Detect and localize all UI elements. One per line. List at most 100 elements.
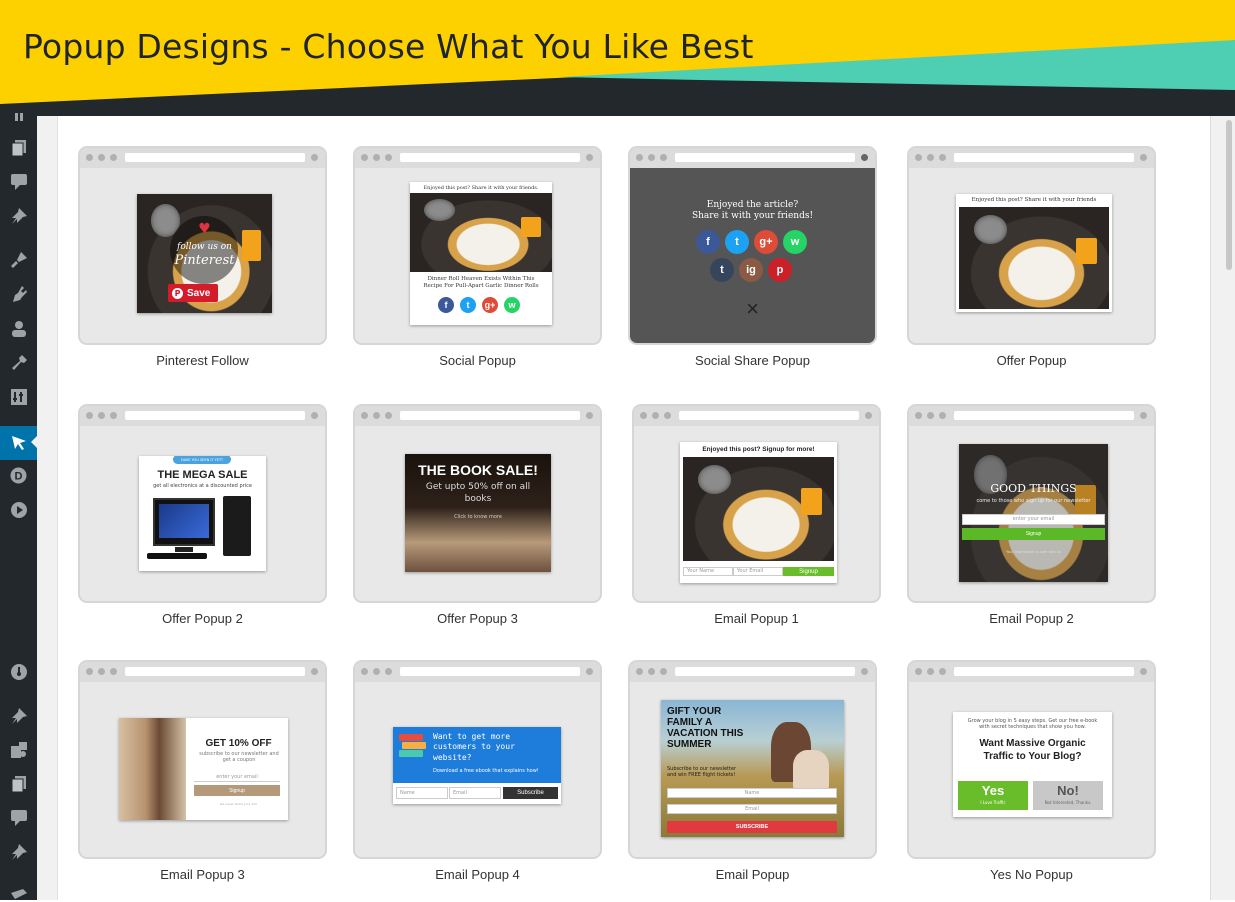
comments-icon[interactable] [10, 173, 27, 190]
popup-card-email-popup-3[interactable]: GET 10% OFF subscribe to our newsletter … [78, 660, 327, 859]
book-sale-title: THE BOOK SALE! [418, 462, 538, 478]
popup-card-offer-popup[interactable]: Enjoyed this post? Share it with your fr… [907, 146, 1156, 345]
banner: Popup Designs - Choose What You Like Bes… [0, 0, 1235, 118]
appearance-icon[interactable] [10, 251, 27, 268]
popup-name-email-popup-1[interactable]: Email Popup 1 [632, 611, 881, 626]
puzzle-icon[interactable] [10, 741, 27, 758]
popup-card-yes-no-popup[interactable]: Grow your blog in 5 easy steps. Get our … [907, 660, 1156, 859]
mega-sale-sub: get all electronics at a discounted pric… [153, 483, 252, 489]
pin-icon[interactable] [10, 843, 27, 860]
popup-card-social-popup[interactable]: Enjoyed this post? Share it with your fr… [353, 146, 602, 345]
social-popup-preview: Enjoyed this post? Share it with your fr… [410, 182, 552, 325]
admin-sidebar: D [0, 110, 38, 902]
scrollbar-thumb[interactable] [1226, 120, 1232, 270]
yes-label: Yes [981, 783, 1005, 798]
vacation-sub: Subscribe to our newsletter and win FREE… [667, 766, 737, 778]
keyboard-icon [147, 553, 207, 559]
instagram-icon: ig [739, 258, 763, 282]
monitor-icon [153, 498, 215, 546]
popup-name-social-popup[interactable]: Social Popup [353, 353, 602, 368]
close-icon: × [746, 296, 759, 321]
email-field: Your Email [733, 567, 783, 576]
popup-name-pinterest-follow[interactable]: Pinterest Follow [78, 353, 327, 368]
pin-icon[interactable] [10, 207, 27, 224]
pages-icon[interactable] [10, 775, 27, 792]
popup-card-offer-popup-2[interactable]: HAVE YOU SEEN IT YET? THE MEGA SALE get … [78, 404, 327, 603]
popup-name-offer-popup-3[interactable]: Offer Popup 3 [353, 611, 602, 626]
email-4-sub: Download a free ebook that explains how! [433, 768, 539, 774]
settings-icon[interactable] [10, 388, 27, 405]
email-field: enter your email [962, 514, 1105, 525]
book-sale-preview: THE BOOK SALE! Get upto 50% off on all b… [405, 454, 551, 572]
whatsapp-icon: w [783, 230, 807, 254]
mega-sale-ribbon: HAVE YOU SEEN IT YET? [173, 456, 231, 464]
tools-icon[interactable] [10, 354, 27, 371]
email-popup-1-header: Enjoyed this post? Signup for more! [702, 446, 815, 453]
pages-icon[interactable] [10, 139, 27, 156]
popup-name-social-share-popup[interactable]: Social Share Popup [628, 353, 877, 368]
mega-sale-preview: HAVE YOU SEEN IT YET? THE MEGA SALE get … [139, 456, 266, 571]
settings-icon[interactable] [10, 885, 27, 902]
model-photo [119, 718, 186, 820]
no-label: No! [1057, 783, 1079, 798]
email-popup-4-preview: Want to get more customers to your websi… [393, 727, 561, 804]
pinterest-save-button: P Save [168, 284, 218, 302]
tumblr-icon: t [710, 258, 734, 282]
yes-no-intro: Grow your blog in 5 easy steps. Get our … [967, 718, 1098, 731]
mega-sale-title: THE MEGA SALE [157, 469, 248, 481]
good-things-title: GOOD THINGS [990, 482, 1077, 495]
popup-card-email-popup-2[interactable]: GOOD THINGS come to those who sign up fo… [907, 404, 1156, 603]
popup-card-email-popup[interactable]: GIFT YOUR FAMILY A VACATION THIS SUMMER … [628, 660, 877, 859]
facebook-icon: f [438, 297, 454, 313]
popup-name-offer-popup-2[interactable]: Offer Popup 2 [78, 611, 327, 626]
social-popup-header: Enjoyed this post? Share it with your fr… [423, 185, 539, 191]
users-icon[interactable] [10, 320, 27, 337]
pin-icon[interactable] [10, 707, 27, 724]
good-things-foot: Your information is safe with us [1006, 550, 1061, 554]
vacation-title: GIFT YOUR FAMILY A VACATION THIS SUMMER [667, 706, 744, 750]
svg-text:D: D [15, 471, 23, 483]
popup-card-email-popup-1[interactable]: Enjoyed this post? Signup for more! Your… [632, 404, 881, 603]
play-icon[interactable] [10, 501, 27, 518]
name-field: Name [667, 788, 837, 798]
popup-card-social-share-popup[interactable]: Enjoyed the article? Share it with your … [628, 146, 877, 345]
plugins-icon[interactable] [10, 285, 27, 302]
pinterest-icon: p [768, 258, 792, 282]
whatsapp-icon: w [504, 297, 520, 313]
email-4-title: Want to get more customers to your websi… [433, 732, 515, 762]
popup-name-email-popup-4[interactable]: Email Popup 4 [353, 867, 602, 882]
email-popup-3-preview: GET 10% OFF subscribe to our newsletter … [119, 718, 288, 820]
pinterest-icon: P [172, 287, 183, 299]
pinterest-line2: Pinterest [174, 253, 235, 268]
name-field: Your Name [683, 567, 733, 576]
subscribe-button: SUBSCRIBE [667, 821, 837, 833]
popup-card-pinterest-follow[interactable]: ♥ follow us on Pinterest P Save [78, 146, 327, 345]
email-field: Email [449, 787, 501, 799]
facebook-icon: f [696, 230, 720, 254]
ten-off-foot: we never share your info [219, 802, 258, 806]
ten-off-title: GET 10% OFF [205, 738, 272, 749]
tower-icon [223, 496, 251, 556]
good-things-sub: come to those who sign up for our newsle… [976, 498, 1091, 504]
popup-name-offer-popup[interactable]: Offer Popup [907, 353, 1156, 368]
posts-icon[interactable] [10, 110, 27, 127]
gauge-icon[interactable] [10, 663, 27, 680]
popup-name-yes-no-popup[interactable]: Yes No Popup [907, 867, 1156, 882]
popup-name-email-popup[interactable]: Email Popup [628, 867, 877, 882]
yes-button: Yes I Love Traffic [958, 781, 1028, 810]
cursor-icon[interactable] [10, 434, 27, 451]
popup-card-email-popup-4[interactable]: Want to get more customers to your websi… [353, 660, 602, 859]
heart-icon: ♥ [198, 221, 211, 237]
signup-button: Signup [194, 785, 280, 796]
popup-name-email-popup-3[interactable]: Email Popup 3 [78, 867, 327, 882]
subscribe-button: Subscribe [503, 787, 558, 799]
signup-button: Signup [962, 528, 1105, 540]
offer-popup-header: Enjoyed this post? Share it with your fr… [971, 197, 1097, 203]
d-icon[interactable]: D [10, 467, 27, 484]
signup-button: Signup [783, 567, 834, 576]
popup-name-email-popup-2[interactable]: Email Popup 2 [907, 611, 1156, 626]
comments-icon[interactable] [10, 809, 27, 826]
no-button: No! Not Interested, Thanks. [1033, 781, 1103, 810]
book-sale-cta[interactable]: Click to know more [405, 514, 551, 520]
popup-card-offer-popup-3[interactable]: THE BOOK SALE! Get upto 50% off on all b… [353, 404, 602, 603]
